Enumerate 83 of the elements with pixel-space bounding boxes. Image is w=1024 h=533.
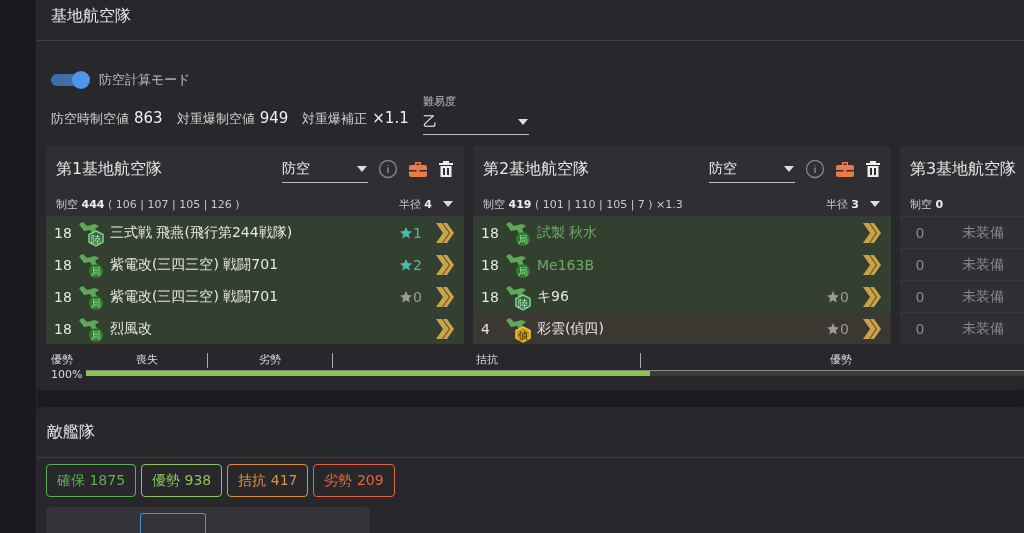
star-icon [826, 289, 841, 304]
stat-text: 対重爆制空値 949 [176, 108, 289, 129]
double-chevron-icon [434, 252, 454, 277]
slot-count: 18 [481, 224, 500, 241]
double-chevron-icon [861, 284, 881, 309]
caret-icon [869, 200, 881, 208]
slot-name[interactable]: 未装備 [962, 223, 1004, 242]
threshold-chip: 確保 1875 [46, 464, 137, 497]
zone-label: 喪失 [86, 353, 209, 368]
double-chevron-icon [861, 316, 881, 341]
proficiency-text: 0 [826, 320, 849, 337]
mode-select[interactable]: 防空 [709, 155, 795, 183]
toolbox-icon [408, 160, 428, 178]
zone-label: 拮抗 [333, 353, 642, 368]
toggle-switch[interactable] [51, 71, 91, 89]
caret-icon [356, 164, 368, 173]
slot-count: 18 [54, 256, 73, 273]
slot-count: 18 [54, 224, 73, 241]
slot-count: 18 [481, 288, 500, 305]
percent-text: 100% [51, 367, 83, 382]
slot-count: 0 [914, 320, 926, 337]
equipment-name[interactable]: Me163B [537, 256, 861, 273]
toggle-label: 防空計算モード [99, 71, 190, 89]
star-icon [399, 289, 414, 304]
double-chevron-icon [861, 252, 881, 277]
equipment-name[interactable]: 紫電改(三四三空) 戦闘701 [110, 255, 400, 274]
proficiency-text: 2 [399, 256, 422, 273]
equipment-name[interactable]: 三式戦 飛燕(飛行第244戦隊) [110, 223, 400, 242]
threshold-chip: 優勢 938 [141, 464, 223, 497]
double-chevron-icon [861, 220, 881, 245]
slot-name[interactable]: 未装備 [962, 255, 1004, 274]
trash-icon [438, 160, 454, 178]
air-state-text: 優勢 [51, 352, 74, 367]
double-chevron-icon [434, 316, 454, 341]
base-title: 第3基地航空隊 [910, 158, 1018, 180]
double-chevron-icon [434, 220, 454, 245]
info-icon [805, 159, 825, 179]
equipment-name[interactable]: キ96 [537, 287, 827, 306]
field-label: 難易度 [422, 94, 457, 110]
tab-outline [140, 513, 206, 533]
equipment-name[interactable]: 紫電改(三四三空) 戦闘701 [110, 287, 400, 306]
difficulty-select[interactable]: 乙 [422, 110, 529, 135]
slot-count: 18 [54, 320, 73, 337]
equipment-name[interactable]: 烈風改 [110, 319, 434, 338]
zone-label: 劣勢 [208, 353, 334, 368]
air-power-text: 制空 444 ( 106 | 107 | 105 | 126 ) [56, 196, 240, 212]
base-title: 第2基地航空隊 [483, 158, 591, 180]
slot-count: 18 [54, 288, 73, 305]
base-title: 第1基地航空隊 [56, 158, 164, 180]
star-icon [399, 225, 414, 240]
slot-count: 0 [914, 256, 926, 273]
zone-label: 優勢 [829, 353, 854, 368]
caret-icon [783, 164, 795, 173]
radius-select[interactable]: 半径 4 [398, 196, 454, 212]
equipment-name[interactable]: 彩雲(偵四) [537, 319, 827, 338]
caret-icon [516, 118, 529, 126]
trash-icon [865, 160, 881, 178]
threshold-chip: 劣勢 209 [313, 464, 395, 497]
stat-text: 防空時制空値 863 [51, 108, 163, 129]
toolbox-icon [835, 160, 855, 178]
slot-count: 18 [481, 256, 500, 273]
slot-name[interactable]: 未装備 [962, 287, 1004, 306]
stat-text: 対重爆補正 ×1.1 [302, 108, 409, 129]
slot-name[interactable]: 未装備 [962, 319, 1004, 338]
proficiency-text: 0 [399, 288, 422, 305]
threshold-chip: 拮抗 417 [227, 464, 309, 497]
proficiency-text: 0 [826, 288, 849, 305]
double-chevron-icon [434, 284, 454, 309]
star-icon [399, 257, 414, 272]
info-icon [378, 159, 398, 179]
section-title: 基地航空隊 [51, 5, 131, 27]
air-power-text: 制空 0 [910, 196, 944, 212]
slot-count: 0 [914, 288, 926, 305]
air-power-text: 制空 419 ( 101 | 110 | 105 | 7 ) ×1.3 [483, 196, 683, 212]
caret-icon [442, 200, 454, 208]
slot-count: 0 [914, 224, 926, 241]
star-icon [826, 321, 841, 336]
slot-count: 4 [481, 320, 491, 337]
proficiency-text: 1 [399, 224, 422, 241]
mode-select[interactable]: 防空 [282, 155, 368, 183]
section-title: 敵艦隊 [47, 421, 95, 443]
equipment-name[interactable]: 試製 秋水 [537, 223, 861, 242]
radius-select[interactable]: 半径 3 [825, 196, 881, 212]
